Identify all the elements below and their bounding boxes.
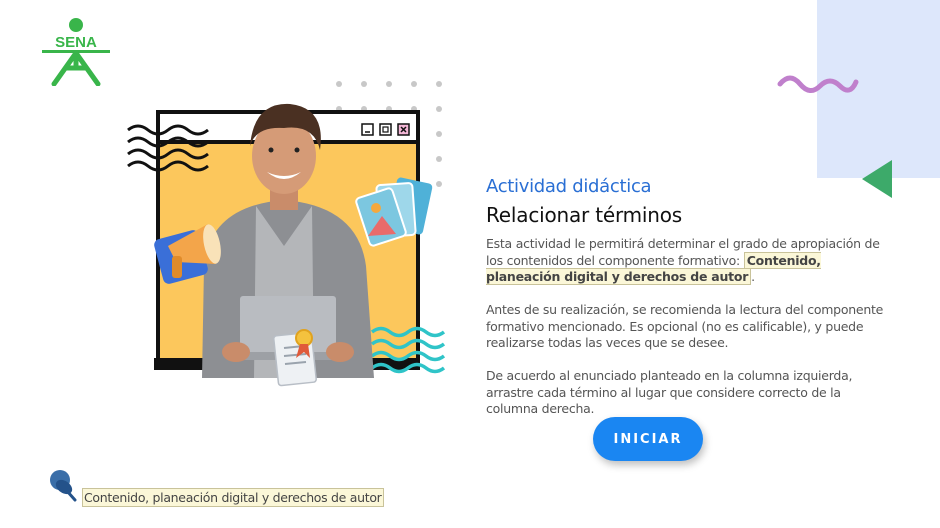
sena-logo: SENA (42, 18, 110, 86)
window-maximize-icon (379, 123, 392, 136)
instructions-paragraph: De acuerdo al enunciado planteado en la … (486, 368, 853, 417)
triangle-play-icon (862, 160, 892, 198)
window-minimize-icon (361, 123, 374, 136)
hero-illustration (127, 103, 446, 387)
intro-paragraph: Esta actividad le permitirá determinar e… (486, 236, 890, 286)
certificate-icon (273, 329, 317, 387)
activity-title: Actividad didáctica (486, 176, 652, 197)
start-button[interactable]: INICIAR (593, 417, 703, 461)
pushpin-icon (50, 470, 77, 502)
logo-text: SENA (55, 34, 97, 51)
intro-end: . (751, 269, 755, 285)
activity-subtitle: Relacionar términos (486, 203, 683, 227)
window-close-icon (397, 123, 410, 136)
component-label: Contenido, planeación digital y derechos… (82, 488, 384, 507)
recommendation-paragraph: Antes de su realización, se recomienda l… (486, 302, 884, 351)
squiggle-decoration (777, 75, 859, 93)
